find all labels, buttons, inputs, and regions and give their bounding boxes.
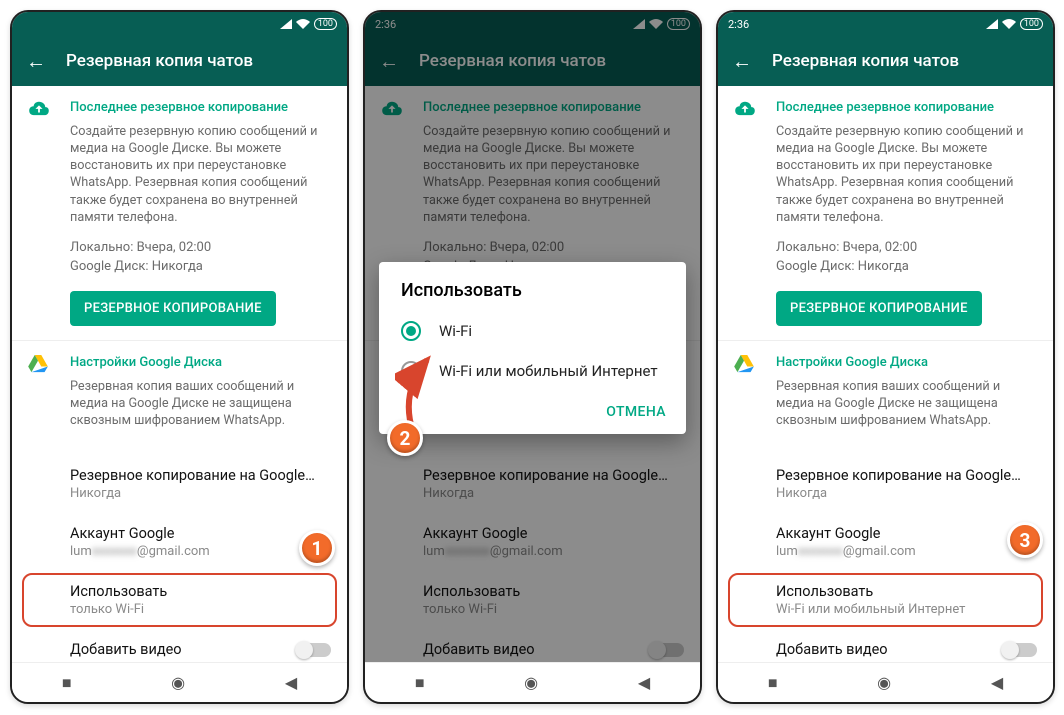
- recent-apps-icon[interactable]: ■: [768, 673, 778, 693]
- backup-section-title: Последнее резервное копирование: [70, 100, 333, 115]
- backup-to-google-item[interactable]: Резервное копирование на Google… Никогда: [718, 455, 1053, 513]
- google-drive-icon: [734, 355, 754, 373]
- back-arrow-icon[interactable]: ←: [732, 49, 752, 74]
- status-bar: 2:36 100: [718, 12, 1053, 36]
- annotation-badge-1: 1: [299, 530, 335, 566]
- recent-apps-icon[interactable]: ■: [62, 673, 72, 693]
- dialog-title: Использовать: [379, 280, 686, 311]
- page-title: Резервная копия чатов: [772, 51, 959, 71]
- phone-screenshot-3: 2:36 100 ← Резервная копия чатов Последн…: [716, 10, 1055, 704]
- cloud-upload-icon: [734, 100, 756, 116]
- dialog-cancel-button[interactable]: ОТМЕНА: [606, 404, 666, 420]
- item-primary: Резервное копирование на Google…: [70, 467, 333, 484]
- item-secondary: только Wi-Fi: [70, 602, 327, 617]
- home-icon[interactable]: ◉: [877, 673, 891, 692]
- phone-screenshot-2: 2:36 100 ← Резервная копия чатов Последн…: [363, 10, 702, 704]
- network-use-item[interactable]: Использовать только Wi-Fi: [22, 573, 337, 627]
- phone-screenshot-1: 100 ← Резервная копия чатов Последнее ре…: [10, 10, 349, 704]
- radio-checked-icon: [401, 321, 421, 341]
- backup-section: Последнее резервное копирование Создайте…: [718, 86, 1053, 341]
- home-icon[interactable]: ◉: [524, 673, 538, 692]
- backup-section-desc: Создайте резервную копию сообщений и мед…: [70, 123, 333, 226]
- gdrive-section-desc: Резервная копия ваших сообщений и медиа …: [70, 378, 333, 429]
- item-secondary: lumxxxxxxx@gmail.com: [70, 544, 333, 559]
- item-primary: Аккаунт Google: [70, 525, 333, 542]
- back-arrow-icon[interactable]: ←: [26, 49, 46, 74]
- item-primary: Использовать: [70, 583, 327, 600]
- cloud-upload-icon: [28, 100, 50, 116]
- home-icon[interactable]: ◉: [171, 673, 185, 692]
- status-icons: 100: [986, 18, 1043, 30]
- google-account-item[interactable]: Аккаунт Google lumxxxxxxx@gmail.com: [718, 513, 1053, 571]
- annotation-badge-3: 3: [1007, 522, 1043, 558]
- back-icon[interactable]: ◀: [285, 673, 297, 692]
- backup-to-google-item[interactable]: Резервное копирование на Google… Никогда: [12, 455, 347, 513]
- android-nav-bar: ■ ◉ ◀: [365, 662, 700, 702]
- content-area: Последнее резервное копирование Создайте…: [718, 86, 1053, 670]
- toggle-switch[interactable]: [1003, 643, 1037, 657]
- backup-now-button[interactable]: РЕЗЕРВНОЕ КОПИРОВАНИЕ: [70, 291, 276, 326]
- back-icon[interactable]: ◀: [991, 673, 1003, 692]
- toggle-switch[interactable]: [297, 643, 331, 657]
- backup-now-button[interactable]: РЕЗЕРВНОЕ КОПИРОВАНИЕ: [776, 291, 982, 326]
- android-nav-bar: ■ ◉ ◀: [12, 662, 347, 702]
- google-account-item[interactable]: Аккаунт Google lumxxxxxxx@gmail.com: [12, 513, 347, 571]
- status-icons: 100: [280, 18, 337, 30]
- status-bar: 100: [12, 12, 347, 36]
- backup-gdrive-info: Google Диск: Никогда: [70, 257, 333, 277]
- google-drive-icon: [28, 355, 48, 373]
- android-nav-bar: ■ ◉ ◀: [718, 662, 1053, 702]
- status-time: 2:36: [728, 18, 749, 31]
- gdrive-section: Настройки Google Диска Резервная копия в…: [718, 341, 1053, 455]
- item-secondary: Никогда: [70, 486, 333, 501]
- app-bar: ← Резервная копия чатов: [12, 36, 347, 86]
- radio-label: Wi-Fi: [439, 322, 472, 341]
- gdrive-section-title: Настройки Google Диска: [70, 355, 333, 370]
- app-bar: ← Резервная копия чатов: [718, 36, 1053, 86]
- option-wifi[interactable]: Wi-Fi: [379, 311, 686, 351]
- back-icon[interactable]: ◀: [638, 673, 650, 692]
- recent-apps-icon[interactable]: ■: [415, 673, 425, 693]
- backup-local-info: Локально: Вчера, 02:00: [70, 238, 333, 258]
- item-primary: Добавить видео: [70, 641, 182, 658]
- backup-section: Последнее резервное копирование Создайте…: [12, 86, 347, 341]
- page-title: Резервная копия чатов: [66, 51, 253, 71]
- content-area: Последнее резервное копирование Создайте…: [12, 86, 347, 670]
- network-use-item[interactable]: Использовать Wi-Fi или мобильный Интерне…: [728, 573, 1043, 627]
- annotation-badge-2: 2: [387, 420, 423, 456]
- gdrive-section: Настройки Google Диска Резервная копия в…: [12, 341, 347, 455]
